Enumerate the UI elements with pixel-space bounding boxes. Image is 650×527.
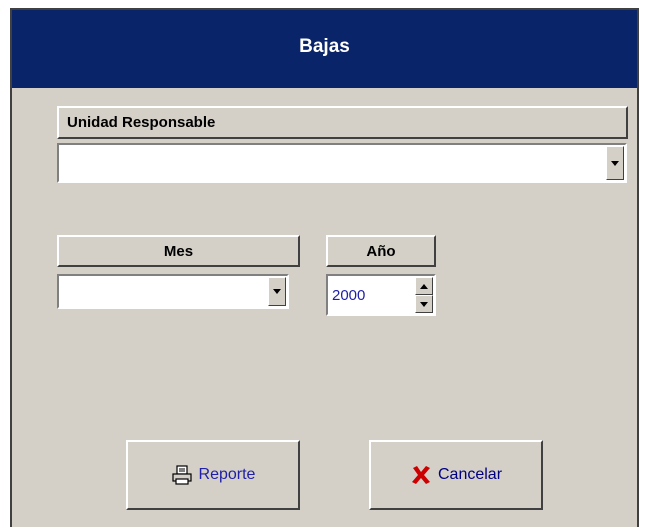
unidad-responsable-combo[interactable] xyxy=(57,143,627,183)
cancelar-label: Cancelar xyxy=(437,466,503,483)
title-bar: Bajas xyxy=(12,10,637,88)
arrow-down-icon xyxy=(420,301,428,307)
unidad-dropdown-button[interactable] xyxy=(606,146,624,180)
mes-combo[interactable] xyxy=(57,274,289,309)
reporte-label: Reporte xyxy=(198,466,256,483)
spin-up-button[interactable] xyxy=(415,277,433,295)
cancelar-button[interactable]: Cancelar xyxy=(369,440,543,510)
anio-header: Año xyxy=(326,235,436,267)
mes-header: Mes xyxy=(57,235,300,267)
anio-spin-buttons xyxy=(415,277,433,313)
reporte-button[interactable]: Reporte xyxy=(126,440,300,510)
bajas-dialog: Bajas Unidad Responsable Mes Año 2000 Re… xyxy=(10,8,639,527)
printer-icon xyxy=(171,465,192,485)
red-x-icon xyxy=(411,466,430,484)
window-title: Bajas xyxy=(299,36,350,57)
unidad-responsable-header: Unidad Responsable xyxy=(57,106,628,139)
mes-dropdown-button[interactable] xyxy=(268,277,286,306)
chevron-down-icon xyxy=(611,160,619,166)
anio-spinner[interactable]: 2000 xyxy=(326,274,436,316)
unidad-responsable-label: Unidad Responsable xyxy=(67,114,216,131)
mes-label: Mes xyxy=(163,242,194,260)
arrow-up-icon xyxy=(420,283,428,289)
anio-value[interactable]: 2000 xyxy=(332,276,365,314)
spin-down-button[interactable] xyxy=(415,295,433,313)
chevron-down-icon xyxy=(273,289,281,294)
anio-label: Año xyxy=(366,242,396,260)
